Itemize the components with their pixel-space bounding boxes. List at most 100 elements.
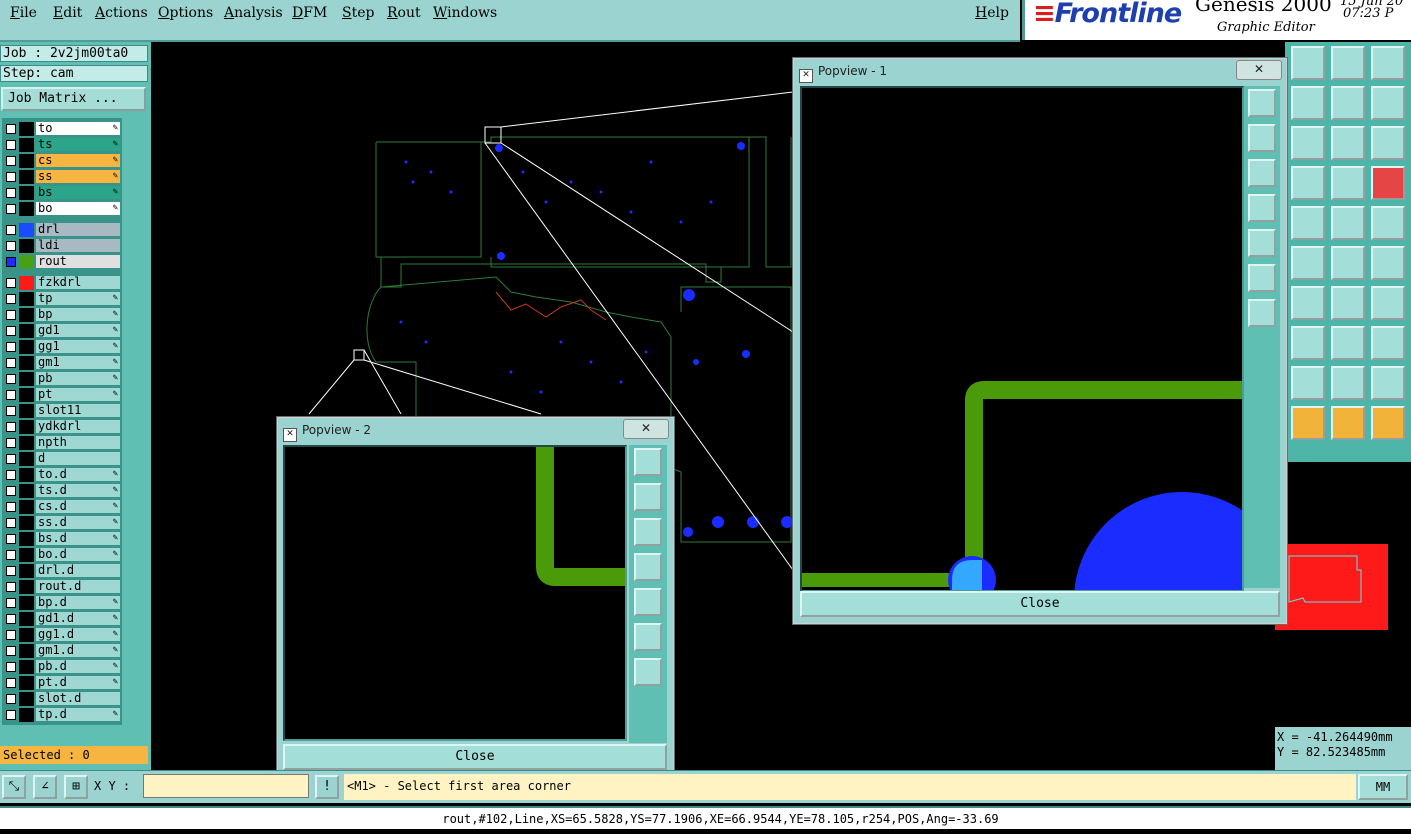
layer-row-bs[interactable]: bs ✎ (2, 186, 122, 200)
layer-row-ss-d[interactable]: ss.d ✎ (2, 516, 122, 530)
layer-checkbox[interactable] (6, 534, 16, 544)
layer-color-swatch[interactable] (19, 612, 34, 626)
layer-row-pb-d[interactable]: pb.d ✎ (2, 660, 122, 674)
layer-checkbox[interactable] (6, 374, 16, 384)
layer-name[interactable]: ts ✎ (36, 138, 120, 151)
menu-file[interactable]: File (10, 5, 37, 21)
layer-checkbox[interactable] (6, 241, 16, 251)
layer-color-swatch[interactable] (19, 276, 34, 290)
layer-name[interactable]: npth (36, 436, 120, 449)
layer-color-swatch[interactable] (19, 255, 34, 269)
popview-1-viewport[interactable] (800, 86, 1290, 708)
layer-checkbox[interactable] (6, 172, 16, 182)
layer-checkbox[interactable] (6, 294, 16, 304)
layer-name[interactable]: ss ✎ (36, 170, 120, 183)
layer-row-pt[interactable]: pt ✎ (2, 388, 122, 402)
layer-row-cs[interactable]: cs ✎ (2, 154, 122, 168)
layer-checkbox[interactable] (6, 188, 16, 198)
layer-name[interactable]: tp ✎ (36, 292, 120, 305)
layer-color-swatch[interactable] (19, 452, 34, 466)
layer-color-swatch[interactable] (19, 628, 34, 642)
layer-checkbox[interactable] (6, 678, 16, 688)
select-icon[interactable] (1291, 406, 1325, 440)
layer-checkbox[interactable] (6, 486, 16, 496)
layer-row-ss[interactable]: ss ✎ (2, 170, 122, 184)
layer-name[interactable]: cs ✎ (36, 154, 120, 167)
layer-row-bs-d[interactable]: bs.d ✎ (2, 532, 122, 546)
layer-name[interactable]: slot11 (36, 404, 120, 417)
layer-name[interactable]: drl.d (36, 564, 120, 577)
layer-row-bp[interactable]: bp ✎ (2, 308, 122, 322)
layer-row-gd1-d[interactable]: gd1.d ✎ (2, 612, 122, 626)
move-up-icon[interactable] (1291, 46, 1325, 80)
popview-2-close-button[interactable]: Close (283, 744, 667, 770)
layer-name[interactable]: bs.d ✎ (36, 532, 120, 545)
pan-right-icon[interactable] (1248, 229, 1276, 257)
layer-color-swatch[interactable] (19, 596, 34, 610)
layer-name[interactable]: pt.d ✎ (36, 676, 120, 689)
menu-edit[interactable]: Edit (53, 5, 82, 21)
copy-icon[interactable] (1291, 86, 1325, 120)
layer-checkbox[interactable] (6, 710, 16, 720)
layer-name[interactable]: pb.d ✎ (36, 660, 120, 673)
select2-icon[interactable] (1331, 406, 1365, 440)
layer-color-swatch[interactable] (19, 436, 34, 450)
layer-row-slot11[interactable]: slot11 (2, 404, 122, 418)
menu-actions[interactable]: Actions (95, 5, 148, 21)
angle-icon[interactable]: ∠ (33, 775, 57, 799)
menu-options[interactable]: Options (158, 5, 213, 21)
layer-checkbox[interactable] (6, 614, 16, 624)
layer-name[interactable]: pt ✎ (36, 388, 120, 401)
layer-row-slot-d[interactable]: slot.d (2, 692, 122, 706)
snap-icon[interactable] (1291, 206, 1325, 240)
layer-checkbox[interactable] (6, 390, 16, 400)
layer-row-to[interactable]: to ✎ (2, 122, 122, 136)
pan-down-icon[interactable] (1248, 159, 1276, 187)
layer-name[interactable]: gd1.d ✎ (36, 612, 120, 625)
layer-checkbox[interactable] (6, 662, 16, 672)
line-icon[interactable] (1291, 286, 1325, 320)
layer-color-swatch[interactable] (19, 468, 34, 482)
layer-color-swatch[interactable] (19, 122, 34, 136)
menu-windows[interactable]: Windows (433, 5, 497, 21)
layer-checkbox[interactable] (6, 358, 16, 368)
layer-checkbox[interactable] (6, 438, 16, 448)
layer-color-swatch[interactable] (19, 372, 34, 386)
popview-2-close-icon[interactable]: ✕ (623, 419, 669, 439)
layer-row-d[interactable]: d (2, 452, 122, 466)
layer-checkbox[interactable] (6, 278, 16, 288)
pad-icon[interactable] (1371, 246, 1405, 280)
layer-checkbox[interactable] (6, 257, 16, 267)
layer-checkbox[interactable] (6, 598, 16, 608)
layer-row-rout[interactable]: rout (2, 255, 122, 269)
units-button[interactable]: MM (1358, 774, 1408, 800)
layer-name[interactable]: rout (36, 255, 120, 268)
arc-icon[interactable] (1371, 286, 1405, 320)
center-icon[interactable] (1291, 126, 1325, 160)
layer-name[interactable]: pb ✎ (36, 372, 120, 385)
layer-row-ts-d[interactable]: ts.d ✎ (2, 484, 122, 498)
layer-checkbox[interactable] (6, 406, 16, 416)
menu-analysis[interactable]: Analysis (224, 5, 283, 21)
xy-input[interactable] (143, 774, 309, 798)
layer-row-bo[interactable]: bo ✎ (2, 202, 122, 216)
layer-row-bp-d[interactable]: bp.d ✎ (2, 596, 122, 610)
layer-color-swatch[interactable] (19, 138, 34, 152)
layer-color-swatch[interactable] (19, 548, 34, 562)
layer-row-drl-d[interactable]: drl.d (2, 564, 122, 578)
overview-map[interactable] (1275, 462, 1411, 727)
pan-left-icon[interactable] (1248, 194, 1276, 222)
layer-name[interactable]: ss.d ✎ (36, 516, 120, 529)
layer-row-pb[interactable]: pb ✎ (2, 372, 122, 386)
layer-name[interactable]: gm1.d ✎ (36, 644, 120, 657)
pad-add-icon[interactable] (1291, 326, 1325, 360)
layer-row-ts[interactable]: ts ✎ (2, 138, 122, 152)
layer-name[interactable]: ldi (36, 239, 120, 252)
layer-row-ydkdrl[interactable]: ydkdrl (2, 420, 122, 434)
layer-row-drl[interactable]: drl (2, 223, 122, 237)
pan-right-icon[interactable] (634, 588, 662, 616)
layer-checkbox[interactable] (6, 422, 16, 432)
layer-row-rout-d[interactable]: rout.d (2, 580, 122, 594)
layer-checkbox[interactable] (6, 156, 16, 166)
layer-row-gg1[interactable]: gg1 ✎ (2, 340, 122, 354)
